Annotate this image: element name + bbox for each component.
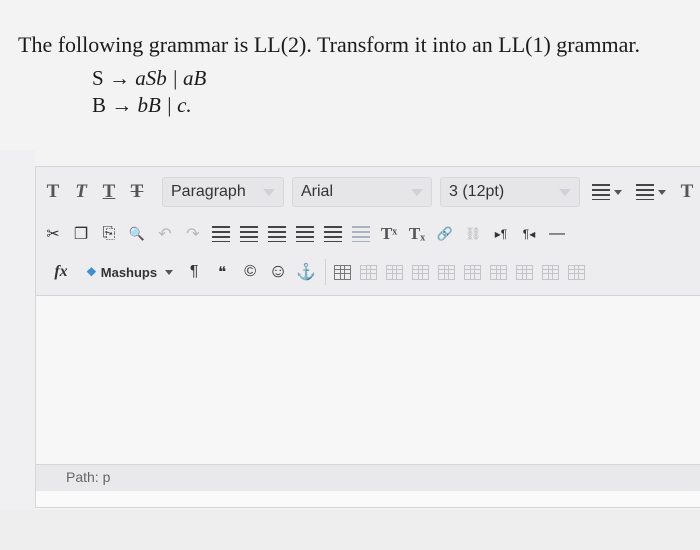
unlink-icon[interactable]: ⛓	[462, 221, 484, 247]
paragraph-format-value: Paragraph	[171, 183, 246, 200]
left-margin	[0, 150, 35, 510]
table-split-icon[interactable]	[542, 264, 560, 280]
font-size-value: 3 (12pt)	[449, 183, 505, 200]
align-center-button[interactable]	[238, 221, 260, 247]
table-delete-col-icon[interactable]	[490, 264, 508, 280]
rtl-direction-icon[interactable]: ¶◂	[518, 221, 540, 247]
strikethrough-button[interactable]: T	[126, 179, 148, 205]
insert-table-icon[interactable]	[334, 264, 352, 280]
superscript-button[interactable]: Tˣ	[378, 221, 400, 247]
text-color-button[interactable]: T	[676, 179, 698, 205]
page-bottom	[0, 510, 700, 550]
chevron-down-icon	[658, 189, 666, 195]
rich-text-editor: T T T T Paragraph Arial 3 (12pt) T ✂ ❐ ⎘…	[35, 166, 700, 508]
indent-icon	[324, 226, 342, 242]
align-right-icon	[268, 226, 286, 242]
production-b-arrow: →	[111, 93, 133, 117]
table-col-after-icon[interactable]	[464, 264, 482, 280]
italic-button[interactable]: T	[70, 179, 92, 205]
align-left-icon	[212, 226, 230, 242]
toolbar-separator	[325, 259, 327, 285]
cut-icon[interactable]: ✂	[42, 221, 64, 247]
bold-button[interactable]: T	[42, 179, 64, 205]
subscript-button[interactable]: Tₓ	[406, 221, 428, 247]
align-justify-icon	[296, 226, 314, 242]
toolbar-row-2: ✂ ❐ ⎘ 🔍 ↶ ↷ Tˣ Tₓ 🔗 ⛓ ▸¶ ¶◂ —	[36, 214, 700, 254]
paste-icon[interactable]: ⎘	[98, 221, 120, 247]
mashups-icon: ❖	[86, 265, 97, 279]
element-path: Path: p	[66, 469, 111, 485]
production-b-lhs: B	[92, 93, 107, 117]
mashups-label: Mashups	[100, 264, 158, 280]
horizontal-rule-icon[interactable]: —	[546, 221, 568, 247]
copyright-icon[interactable]: ©	[239, 259, 261, 285]
copy-icon[interactable]: ❐	[70, 221, 92, 247]
numbered-list-icon	[636, 184, 654, 200]
blockquote-icon[interactable]: ❝	[211, 259, 233, 285]
indent-button[interactable]	[322, 221, 344, 247]
align-right-button[interactable]	[266, 221, 288, 247]
production-s-rhs: aSb | aB	[135, 66, 207, 90]
outdent-button[interactable]	[350, 221, 372, 247]
production-s-arrow: →	[108, 66, 130, 90]
table-col-before-icon[interactable]	[438, 264, 456, 280]
ltr-direction-icon[interactable]: ▸¶	[490, 221, 512, 247]
font-size-select[interactable]: 3 (12pt)	[440, 177, 580, 207]
formula-icon[interactable]: fx	[50, 259, 72, 285]
table-row-before-icon[interactable]	[360, 264, 378, 280]
outdent-icon	[352, 226, 370, 242]
table-delete-row-icon[interactable]	[412, 264, 430, 280]
question-text: The following grammar is LL(2). Transfor…	[18, 32, 640, 57]
toolbar-row-3: fx ❖ Mashups ¶ ❝ © ☺ ⚓	[36, 252, 700, 292]
align-left-button[interactable]	[210, 221, 232, 247]
numbered-list-button[interactable]	[632, 179, 670, 205]
pilcrow-icon[interactable]: ¶	[183, 259, 205, 285]
editor-content-area[interactable]	[36, 296, 700, 464]
redo-icon[interactable]: ↷	[182, 221, 204, 247]
font-family-value: Arial	[301, 183, 334, 200]
anchor-icon[interactable]: ⚓	[295, 259, 317, 285]
bullet-list-icon	[592, 184, 610, 200]
chevron-down-icon	[614, 189, 622, 195]
chevron-down-icon	[559, 188, 571, 196]
editor-status-bar: Path: p	[36, 464, 700, 491]
production-b: B → bB | c.	[92, 93, 192, 118]
toolbar-row-1: T T T T Paragraph Arial 3 (12pt) T	[36, 172, 700, 212]
production-s-lhs: S	[92, 66, 104, 90]
table-props-icon[interactable]	[568, 264, 586, 280]
production-s: S → aSb | aB	[92, 66, 206, 91]
paragraph-format-select[interactable]: Paragraph	[162, 177, 284, 207]
font-family-select[interactable]: Arial	[292, 177, 432, 207]
link-icon[interactable]: 🔗	[434, 221, 456, 247]
table-merge-icon[interactable]	[516, 264, 534, 280]
underline-button[interactable]: T	[98, 179, 120, 205]
editor-toolbar: T T T T Paragraph Arial 3 (12pt) T ✂ ❐ ⎘…	[36, 167, 700, 296]
chevron-down-icon	[263, 188, 275, 196]
align-center-icon	[240, 226, 258, 242]
align-justify-button[interactable]	[294, 221, 316, 247]
table-row-after-icon[interactable]	[386, 264, 404, 280]
emoji-icon[interactable]: ☺	[267, 259, 289, 285]
chevron-down-icon[interactable]	[165, 269, 174, 275]
question-area: The following grammar is LL(2). Transfor…	[0, 0, 700, 150]
search-icon[interactable]: 🔍	[126, 221, 148, 247]
chevron-down-icon	[411, 188, 423, 196]
production-b-rhs: bB | c.	[137, 93, 192, 117]
mashups-button[interactable]: ❖ Mashups	[86, 265, 157, 280]
undo-icon[interactable]: ↶	[154, 221, 176, 247]
bullet-list-button[interactable]	[588, 179, 626, 205]
